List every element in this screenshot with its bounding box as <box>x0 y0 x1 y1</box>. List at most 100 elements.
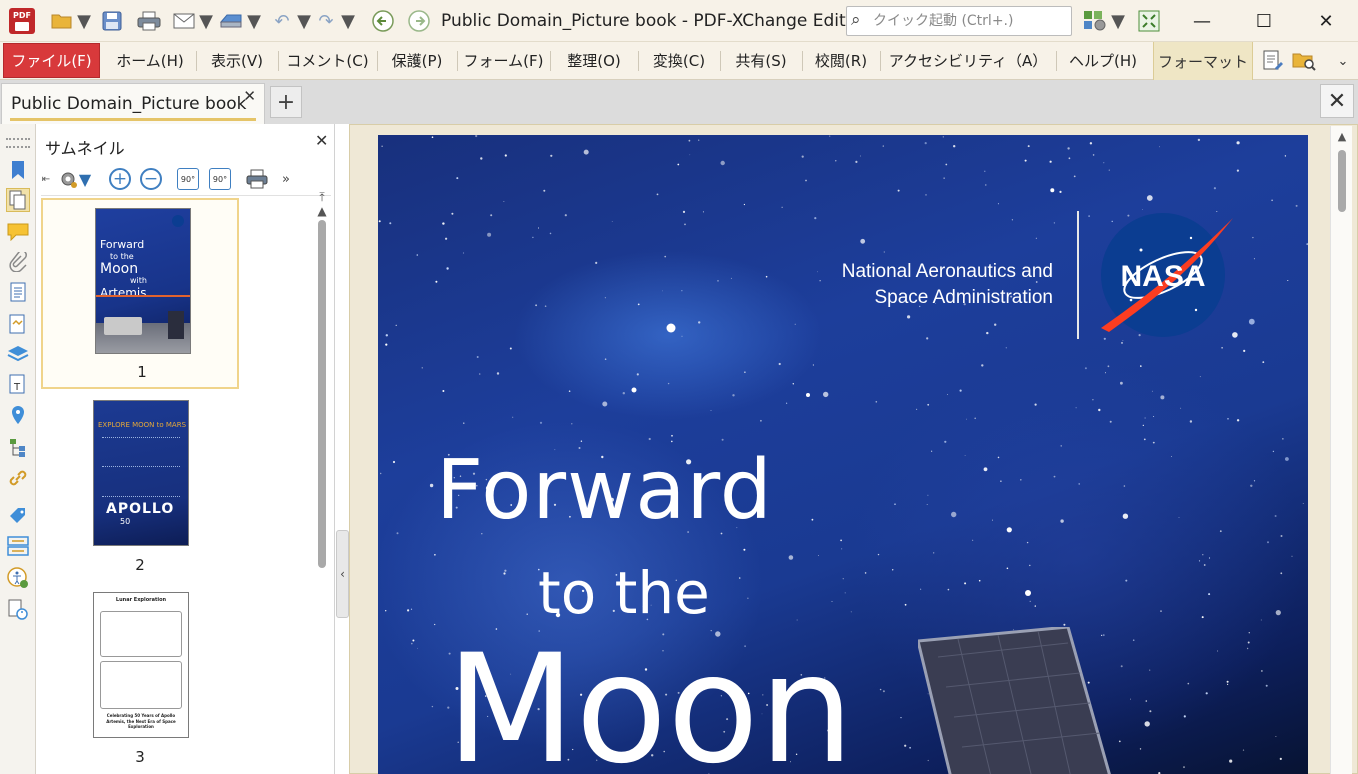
star <box>781 206 783 208</box>
menu-organize[interactable]: 整理(O) <box>552 43 636 78</box>
logo-divider <box>1077 211 1079 339</box>
app-icon[interactable]: PDF <box>9 8 35 34</box>
back-icon[interactable] <box>368 7 398 35</box>
edit-document-icon[interactable] <box>1260 48 1286 74</box>
thumbnail-page-3[interactable]: Lunar Exploration Celebrating 50 Years o… <box>41 584 239 774</box>
star <box>412 639 415 642</box>
scroll-top-icon[interactable]: ⤒ <box>315 190 329 204</box>
reading-order-icon[interactable] <box>6 534 30 558</box>
star <box>925 194 927 196</box>
accessibility-check-icon[interactable] <box>6 566 30 590</box>
close-panel-icon[interactable]: ✕ <box>315 131 328 150</box>
menu-help[interactable]: ヘルプ(H) <box>1058 43 1148 78</box>
quick-launch-search[interactable]: ⌕ <box>846 6 1072 36</box>
star <box>698 321 701 324</box>
minimize-button[interactable]: — <box>1172 0 1232 42</box>
accessibility-report-icon[interactable] <box>6 598 30 622</box>
destinations-icon[interactable] <box>6 404 30 428</box>
star <box>1059 190 1062 193</box>
thumbnails-icon[interactable] <box>6 188 30 212</box>
star <box>904 744 907 747</box>
new-tab-button[interactable]: + <box>270 86 302 118</box>
content-icon[interactable] <box>6 280 30 304</box>
article-icon[interactable]: T <box>6 372 30 396</box>
thumbnail-options-icon[interactable] <box>55 166 81 192</box>
layers-icon[interactable] <box>6 342 30 366</box>
quick-launch-input[interactable] <box>873 10 1068 32</box>
thumbnail-page-2[interactable]: EXPLORE MOON to MARS APOLLO 50 2 <box>41 392 239 580</box>
menu-file[interactable]: ファイル(F) <box>3 43 100 78</box>
undo-dropdown-icon[interactable]: ▼ <box>297 7 311 35</box>
bookmarks-icon[interactable] <box>6 158 30 182</box>
tags-icon[interactable] <box>6 504 30 528</box>
document-scrollbar[interactable]: ▲ <box>1330 126 1352 774</box>
ui-options-icon[interactable] <box>1080 7 1110 35</box>
star <box>1242 749 1245 751</box>
star <box>717 280 719 282</box>
menu-accessibility[interactable]: アクセシビリティ（A） <box>882 43 1054 78</box>
thumbnails-toolbar: ⇤ ▼ + − 90° 90° » <box>41 162 331 196</box>
ribbon-expand-icon[interactable]: ⌄ <box>1334 52 1352 70</box>
document-viewport[interactable]: National Aeronautics and Space Administr… <box>349 124 1358 774</box>
star <box>844 592 846 594</box>
redo-dropdown-icon[interactable]: ▼ <box>341 7 355 35</box>
close-button[interactable]: ✕ <box>1296 0 1356 42</box>
print-thumbnails-icon[interactable] <box>244 166 270 192</box>
scan-icon[interactable] <box>216 7 246 35</box>
open-folder-icon[interactable] <box>48 7 76 35</box>
fullscreen-icon[interactable] <box>1134 7 1164 35</box>
email-dropdown-icon[interactable]: ▼ <box>199 7 213 35</box>
scan-dropdown-icon[interactable]: ▼ <box>247 7 261 35</box>
document-scroll-up-icon[interactable]: ▲ <box>1331 130 1353 143</box>
thumbnail-options-dropdown-icon[interactable]: ▼ <box>79 166 91 192</box>
menu-review[interactable]: 校閲(R) <box>804 43 878 78</box>
properties-icon[interactable] <box>6 312 30 336</box>
zoom-out-icon[interactable]: − <box>138 166 164 192</box>
open-dropdown-icon[interactable]: ▼ <box>77 7 91 35</box>
menu-home[interactable]: ホーム(H) <box>106 43 194 78</box>
ui-options-dropdown-icon[interactable]: ▼ <box>1111 7 1125 35</box>
thumbnail-page-1[interactable]: Forward to the Moon with Artemis 1 <box>41 198 239 389</box>
undo-icon[interactable]: ↶ <box>268 7 296 35</box>
comments-icon[interactable] <box>6 220 30 244</box>
menu-format[interactable]: フォーマット <box>1153 42 1253 80</box>
document-tab[interactable]: Public Domain_Picture book ✕ <box>1 83 265 124</box>
structure-icon[interactable] <box>6 436 30 460</box>
redo-icon[interactable]: ↷ <box>312 7 340 35</box>
star <box>656 193 659 196</box>
star <box>943 177 945 179</box>
maximize-button[interactable]: ☐ <box>1234 0 1294 42</box>
menu-view[interactable]: 表示(V) <box>198 43 276 78</box>
star <box>1201 616 1204 619</box>
thumbnails-scrollbar[interactable]: ⤒ ▲ <box>315 190 329 774</box>
star <box>1248 318 1255 325</box>
star <box>1139 748 1142 750</box>
menu-form[interactable]: フォーム(F) <box>459 43 548 78</box>
rotate-right-icon[interactable]: 90° <box>207 166 233 192</box>
attachments-icon[interactable] <box>6 250 30 274</box>
star <box>1006 567 1009 570</box>
close-tab-icon[interactable]: ✕ <box>243 87 256 105</box>
menu-comment[interactable]: コメント(C) <box>280 43 375 78</box>
menu-share[interactable]: 共有(S) <box>722 43 800 78</box>
close-document-button[interactable]: ✕ <box>1320 84 1354 118</box>
zoom-in-icon[interactable]: + <box>107 166 133 192</box>
collapse-panel-handle[interactable]: ‹ <box>336 530 349 618</box>
links-icon[interactable] <box>6 466 30 490</box>
menu-convert[interactable]: 変換(C) <box>640 43 718 78</box>
menu-protect[interactable]: 保護(P) <box>379 43 455 78</box>
sidebar-grip[interactable] <box>6 138 30 148</box>
save-icon[interactable] <box>98 7 126 35</box>
thumb2-sub: 50 <box>120 517 131 526</box>
print-icon[interactable] <box>134 7 164 35</box>
more-tools-icon[interactable]: » <box>277 166 295 192</box>
collapse-toolbar-icon[interactable]: ⇤ <box>41 166 51 192</box>
thumbnails-scroll-thumb[interactable] <box>318 220 326 568</box>
email-icon[interactable] <box>170 7 198 35</box>
find-folder-icon[interactable] <box>1290 48 1318 74</box>
scroll-up-icon[interactable]: ▲ <box>315 204 329 218</box>
star <box>1073 175 1076 178</box>
forward-icon[interactable] <box>404 7 434 35</box>
document-scroll-thumb[interactable] <box>1338 150 1346 212</box>
rotate-left-icon[interactable]: 90° <box>175 166 201 192</box>
